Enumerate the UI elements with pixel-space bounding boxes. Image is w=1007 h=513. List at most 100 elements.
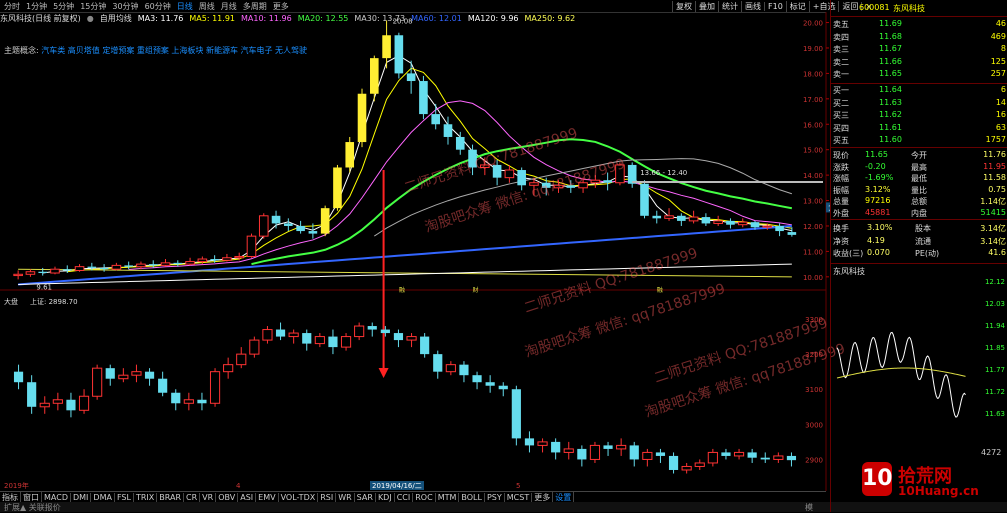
index-candle bbox=[786, 455, 797, 461]
mini-axis-label: 12.03 bbox=[985, 300, 1005, 308]
stat-value-2: 1.14亿 bbox=[980, 197, 1006, 206]
status-left[interactable]: 扩展▲ 关联报价 bbox=[4, 502, 61, 513]
index-candle bbox=[288, 332, 299, 338]
candle bbox=[124, 265, 133, 267]
index-axis-label: 3000 bbox=[805, 421, 823, 429]
candle bbox=[517, 170, 526, 186]
candle bbox=[320, 208, 330, 234]
kline-chart[interactable]: 20.00 19.00 18.00 17.00 16.00 15.00 14.00 13.00… bbox=[0, 12, 830, 491]
event-marker[interactable]: 财 bbox=[473, 286, 479, 294]
sell-volume: 469 bbox=[990, 31, 1006, 41]
indicator-tab-23[interactable]: MCST bbox=[505, 492, 533, 502]
finance-value: 4.19 bbox=[867, 235, 885, 245]
indicator-tab-3[interactable]: DMI bbox=[71, 492, 92, 502]
tool-button-1[interactable]: 叠加 bbox=[695, 0, 718, 12]
candle bbox=[222, 257, 232, 261]
indicator-tab-5[interactable]: FSL bbox=[115, 492, 134, 502]
sell-label: 卖四 bbox=[833, 32, 849, 42]
buy-row: 买四 11.61 63 bbox=[831, 123, 1007, 134]
event-marker[interactable]: 融 bbox=[399, 286, 405, 294]
indicator-tab-21[interactable]: BOLL bbox=[459, 492, 485, 502]
tool-button-3[interactable]: 画线 bbox=[741, 0, 764, 12]
tool-button-5[interactable]: 标记 bbox=[785, 0, 809, 12]
stat-value-2: 11.58 bbox=[983, 173, 1006, 182]
indicator-tab-15[interactable]: WR bbox=[336, 492, 355, 502]
indicator-tab-22[interactable]: PSY bbox=[485, 492, 505, 502]
indicator-tab-9[interactable]: VR bbox=[200, 492, 217, 502]
indicator-tab-17[interactable]: KDJ bbox=[376, 492, 395, 502]
indicator-tab-2[interactable]: MACD bbox=[42, 492, 71, 502]
date-cursor: 2019/04/16/二 bbox=[372, 482, 422, 490]
sell-price: 11.68 bbox=[879, 31, 902, 41]
sell-label: 卖二 bbox=[833, 57, 849, 67]
mini-axis-label: 12.12 bbox=[985, 278, 1005, 286]
index-candle bbox=[681, 465, 692, 471]
tab-7[interactable]: 周线 bbox=[199, 1, 215, 12]
sell-volume: 46 bbox=[995, 19, 1006, 28]
index-candle bbox=[445, 364, 456, 373]
indicator-tab-25[interactable]: 设置 bbox=[553, 491, 575, 503]
finance-value: 3.10% bbox=[867, 223, 893, 232]
sell-volume: 8 bbox=[1000, 44, 1006, 53]
indicator-tab-13[interactable]: VOL-TDX bbox=[279, 492, 319, 502]
indicator-tab-8[interactable]: CR bbox=[184, 492, 201, 502]
tab-3[interactable]: 15分钟 bbox=[80, 1, 106, 12]
price-axis-label: 17.00 bbox=[803, 96, 823, 104]
tool-button-0[interactable]: 复权 bbox=[672, 0, 695, 12]
stat-label: 涨幅 bbox=[833, 174, 849, 183]
index-candle bbox=[171, 392, 181, 404]
tool-button-4[interactable]: F10 bbox=[764, 1, 786, 11]
sell-row: 卖三 11.67 8 bbox=[831, 44, 1007, 55]
price-axis-label: 14.00 bbox=[803, 172, 823, 180]
candle bbox=[99, 267, 109, 270]
tab-10[interactable]: 更多 bbox=[273, 1, 289, 12]
index-candle bbox=[158, 378, 168, 393]
index-candle bbox=[367, 326, 377, 330]
indicator-tab-19[interactable]: ROC bbox=[413, 492, 436, 502]
index-candle bbox=[340, 336, 352, 348]
index-candle bbox=[655, 452, 666, 456]
indicator-tab-20[interactable]: MTM bbox=[436, 492, 460, 502]
index-candle bbox=[92, 367, 103, 397]
indicator-tab-24[interactable]: 更多 bbox=[532, 491, 554, 503]
tab-0[interactable]: 分时 bbox=[0, 1, 20, 12]
indicator-tab-14[interactable]: RSI bbox=[318, 492, 337, 502]
candle bbox=[357, 93, 367, 143]
indicator-tab-7[interactable]: BRAR bbox=[157, 492, 185, 502]
tab-8[interactable]: 月线 bbox=[221, 1, 237, 12]
stat-label-2: 最高 bbox=[911, 162, 927, 172]
indicator-tab-12[interactable]: EMV bbox=[256, 492, 279, 502]
tab-2[interactable]: 5分钟 bbox=[53, 1, 74, 12]
sell-row: 卖四 11.68 469 bbox=[831, 32, 1007, 43]
candle bbox=[284, 223, 293, 226]
tab-5[interactable]: 60分钟 bbox=[145, 1, 171, 12]
candle bbox=[652, 215, 662, 219]
candle bbox=[160, 262, 171, 266]
price-axis-label: 11.00 bbox=[803, 248, 823, 256]
indicator-tab-16[interactable]: SAR bbox=[355, 492, 376, 502]
indicator-tab-6[interactable]: TRIX bbox=[134, 492, 158, 502]
arrow-head-icon bbox=[378, 368, 389, 378]
finance-label-2: 股本 bbox=[915, 224, 931, 233]
indicator-tab-10[interactable]: OBV bbox=[216, 492, 239, 502]
sell-price: 11.65 bbox=[879, 69, 902, 78]
indicator-tab-18[interactable]: CCI bbox=[395, 492, 414, 502]
tab-6[interactable]: 日线 bbox=[177, 1, 193, 12]
intraday-mini-chart[interactable]: 12.12 12.03 11.94 11.85 11.77 11.72 11.63 bbox=[831, 278, 1007, 458]
indicator-tab-4[interactable]: DMA bbox=[91, 492, 115, 502]
tool-button-2[interactable]: 统计 bbox=[718, 0, 741, 12]
candle bbox=[627, 164, 637, 184]
index-candle bbox=[642, 451, 653, 460]
index-candle bbox=[183, 399, 194, 404]
tab-4[interactable]: 30分钟 bbox=[112, 1, 138, 12]
price-axis-label: 18.00 bbox=[803, 70, 823, 78]
index-candle bbox=[577, 448, 587, 460]
candle bbox=[443, 124, 453, 137]
price-axis-label: 15.00 bbox=[803, 147, 823, 155]
event-marker[interactable]: 融 bbox=[657, 286, 663, 294]
stat-row: 涨跌 -0.20 最高 11.95 bbox=[831, 162, 1007, 173]
tab-9[interactable]: 多周期 bbox=[243, 1, 267, 12]
index-candle bbox=[302, 333, 312, 344]
tab-1[interactable]: 1分钟 bbox=[26, 1, 47, 12]
indicator-tab-11[interactable]: ASI bbox=[238, 492, 257, 502]
